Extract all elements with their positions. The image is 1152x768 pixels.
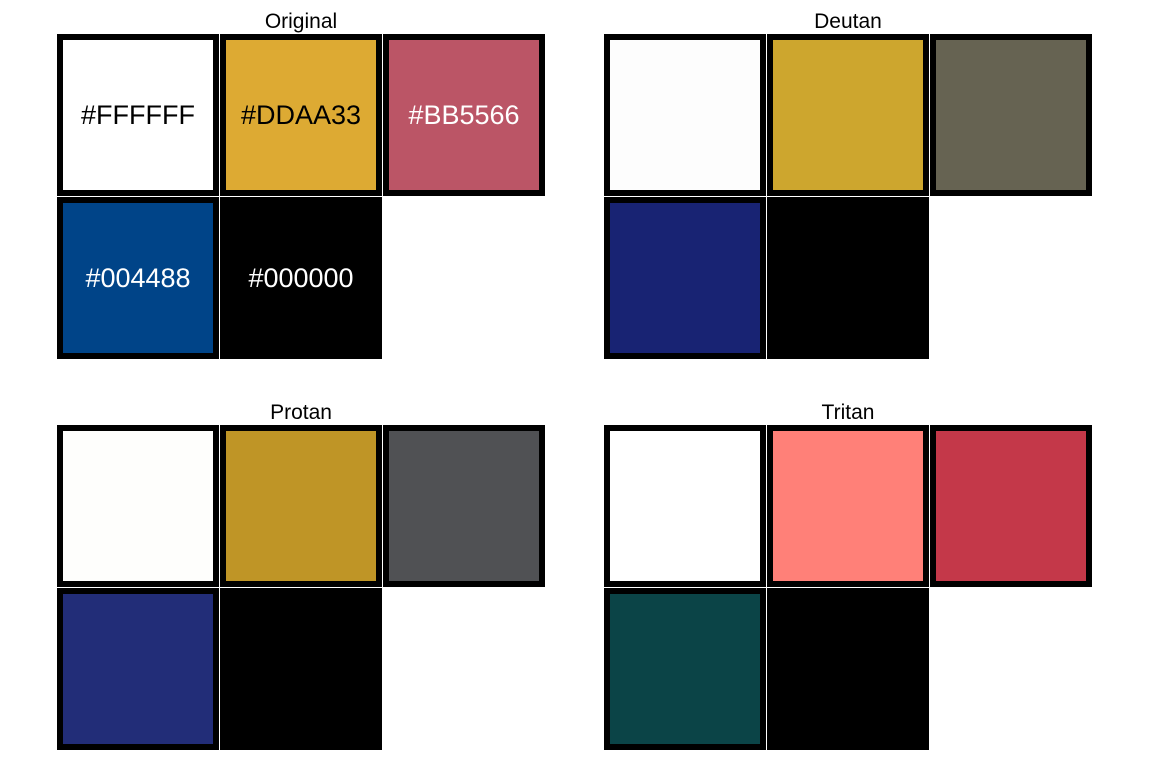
- swatch: #FFFFFF: [57, 34, 219, 196]
- swatch: [604, 34, 766, 196]
- swatch: [767, 197, 929, 359]
- swatch: [604, 197, 766, 359]
- swatch: [57, 425, 219, 587]
- swatch: [767, 588, 929, 750]
- swatch: [930, 34, 1092, 196]
- swatch: [767, 425, 929, 587]
- panel-title: Original: [264, 10, 338, 33]
- panel-deutan: Deutan: [604, 10, 1092, 364]
- swatch: [767, 34, 929, 196]
- swatch: [220, 425, 382, 587]
- swatch: [383, 425, 545, 587]
- swatch: #004488: [57, 197, 219, 359]
- swatch: [930, 425, 1092, 587]
- swatch: [220, 588, 382, 750]
- swatch: [604, 588, 766, 750]
- panel-original: Original #FFFFFF #DDAA33 #BB5566 #004488…: [57, 10, 545, 364]
- swatch: #000000: [220, 197, 382, 359]
- panel-title: Protan: [270, 401, 332, 424]
- panel-protan: Protan: [57, 401, 545, 755]
- swatch: #BB5566: [383, 34, 545, 196]
- swatch: [57, 588, 219, 750]
- panel-tritan: Tritan: [604, 401, 1092, 755]
- swatch: [604, 425, 766, 587]
- panel-title: Tritan: [821, 401, 875, 424]
- swatch: #DDAA33: [220, 34, 382, 196]
- panel-title: Deutan: [814, 10, 882, 33]
